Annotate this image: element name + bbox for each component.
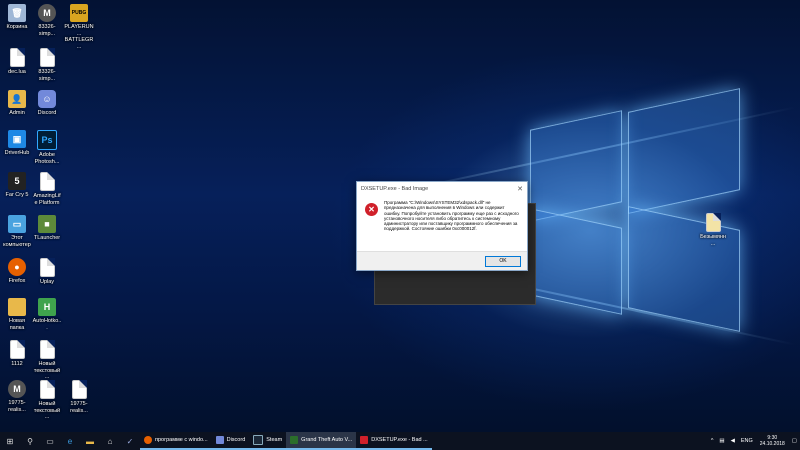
discord-icon bbox=[215, 436, 224, 444]
minecraft-icon: ■ bbox=[38, 215, 56, 233]
error-app-icon bbox=[360, 436, 369, 444]
desktop-icon-19775-realis-2[interactable]: 19775-realis... bbox=[64, 380, 94, 414]
file-icon bbox=[39, 380, 55, 399]
taskbar-app-firefox[interactable]: программе с windo... bbox=[140, 432, 212, 450]
photoshop-icon: Ps bbox=[37, 130, 57, 150]
autohotkey-icon: H bbox=[38, 298, 56, 316]
desktop-icon-firefox[interactable]: ● Firefox bbox=[2, 258, 32, 285]
file-icon bbox=[39, 48, 55, 67]
logo-pane bbox=[530, 208, 622, 315]
dialog-body: ✕ Программа "C:\Windows\SYSTEM32\xdspack… bbox=[357, 195, 527, 252]
file-icon bbox=[705, 213, 721, 232]
firefox-icon: ● bbox=[8, 258, 26, 276]
driverhub-icon: ▣ bbox=[8, 130, 26, 148]
discord-icon: ☺ bbox=[38, 90, 56, 108]
desktop-icon-uplay[interactable]: Uplay bbox=[32, 258, 62, 286]
desktop-icon-unnamed[interactable]: Безымянн... bbox=[700, 213, 726, 247]
user-folder-icon: 👤 bbox=[8, 90, 26, 108]
file-icon bbox=[9, 48, 25, 67]
desktop-icon-amazinglife[interactable]: AmazingLife Platform bbox=[32, 172, 62, 206]
farcry5-icon: 5 bbox=[8, 172, 26, 190]
desktop-icon-new-text-1[interactable]: Новый текстовый ... bbox=[32, 340, 62, 381]
volume-icon[interactable]: ◀ bbox=[731, 438, 735, 444]
desktop-icon-pubg[interactable]: PUBG PLAYERUN... BATTLEGR... bbox=[64, 4, 94, 50]
desktop-icon-dec-lua[interactable]: dec.lua bbox=[2, 48, 32, 76]
logo-pane bbox=[530, 110, 622, 222]
taskbar-app-discord[interactable]: Discord bbox=[211, 432, 250, 450]
recycle-bin-icon: 🗑 bbox=[8, 4, 26, 22]
desktop-icon-photoshop[interactable]: Ps Adobe Photosh... bbox=[32, 130, 62, 165]
file-icon bbox=[71, 380, 87, 399]
desktop-icon-new-folder[interactable]: Новая папка bbox=[2, 298, 32, 331]
dialog-footer: OK bbox=[357, 251, 527, 270]
desktop-icon-tlauncher[interactable]: ■ TLauncher bbox=[32, 215, 62, 242]
desktop-icon-discord[interactable]: ☺ Discord bbox=[32, 90, 62, 117]
desktop-icon-83326-simp[interactable]: M 83326-simp... bbox=[32, 4, 62, 37]
desktop-icon-autohotkey[interactable]: H AutoHotko... bbox=[32, 298, 62, 331]
taskbar-app-steam[interactable]: Steam bbox=[249, 432, 287, 450]
desktop-icon-1112[interactable]: 1112 bbox=[2, 340, 32, 368]
file-icon bbox=[9, 340, 25, 359]
logo-pane bbox=[628, 88, 740, 214]
task-view-icon[interactable]: ▭ bbox=[40, 432, 60, 450]
desktop-icon-farcry5[interactable]: 5 Far Cry 5 bbox=[2, 172, 32, 199]
desktop: 🗑 Корзина M 83326-simp... PUBG PLAYERUN.… bbox=[0, 0, 800, 432]
edge-icon[interactable]: e bbox=[60, 432, 80, 450]
pubg-icon: PUBG bbox=[70, 4, 88, 22]
network-icon[interactable]: ▤ bbox=[719, 438, 724, 444]
desktop-icon-19775-realis[interactable]: M 19775-realis... bbox=[2, 380, 32, 413]
file-icon bbox=[39, 172, 55, 191]
start-icon[interactable]: ⊞ bbox=[0, 432, 20, 450]
steam-pin-icon[interactable]: ✓ bbox=[120, 432, 140, 450]
firefox-icon bbox=[144, 436, 152, 444]
error-dialog: DXSETUP.exe - Bad Image ✕ ✕ Программа "C… bbox=[356, 181, 528, 271]
store-icon[interactable]: ⌂ bbox=[100, 432, 120, 450]
dialog-title: DXSETUP.exe - Bad Image bbox=[361, 185, 429, 192]
file-explorer-icon[interactable]: ▬ bbox=[80, 432, 100, 450]
app-m-icon: M bbox=[38, 4, 56, 22]
chevron-up-icon[interactable]: ^ bbox=[711, 438, 714, 444]
desktop-icon-new-text-2[interactable]: Новый текстовый ... bbox=[32, 380, 62, 421]
computer-icon: ▭ bbox=[8, 215, 26, 233]
dialog-message: Программа "C:\Windows\SYSTEM32\xdspack.d… bbox=[384, 200, 519, 232]
search-icon[interactable]: ⚲ bbox=[20, 432, 40, 450]
gta5-icon bbox=[290, 436, 299, 444]
file-icon bbox=[39, 258, 55, 277]
system-tray: ^ ▤ ◀ ENG 9:30 24.10.2018 ▢ bbox=[708, 432, 800, 450]
desktop-icon-driverhub[interactable]: ▣ DriverHub bbox=[2, 130, 32, 157]
desktop-icon-recycle-bin[interactable]: 🗑 Корзина bbox=[2, 4, 32, 31]
ok-button[interactable]: OK bbox=[485, 256, 521, 267]
file-icon bbox=[39, 340, 55, 359]
clock[interactable]: 9:30 24.10.2018 bbox=[760, 435, 785, 447]
desktop-icon-admin[interactable]: 👤 Admin bbox=[2, 90, 32, 117]
desktop-icon-83326-simp-2[interactable]: 83326-simp... bbox=[32, 48, 62, 82]
taskbar-app-dxsetup[interactable]: DXSETUP.exe - Bad ... bbox=[356, 432, 432, 450]
close-icon[interactable]: ✕ bbox=[517, 185, 523, 193]
dialog-titlebar[interactable]: DXSETUP.exe - Bad Image ✕ bbox=[357, 182, 527, 195]
error-icon: ✕ bbox=[365, 203, 378, 216]
desktop-icon-this-pc[interactable]: ▭ Этот компьютер bbox=[2, 215, 32, 248]
notifications-icon[interactable]: ▢ bbox=[792, 438, 797, 444]
taskbar: ⊞ ⚲ ▭ e ▬ ⌂ ✓ программе с windo... Disco… bbox=[0, 432, 800, 450]
folder-icon bbox=[8, 298, 26, 316]
taskbar-app-gta5[interactable]: Grand Theft Auto V... bbox=[286, 432, 357, 450]
steam-icon bbox=[253, 435, 264, 445]
app-m-icon: M bbox=[8, 380, 26, 398]
language-indicator[interactable]: ENG bbox=[741, 438, 753, 444]
